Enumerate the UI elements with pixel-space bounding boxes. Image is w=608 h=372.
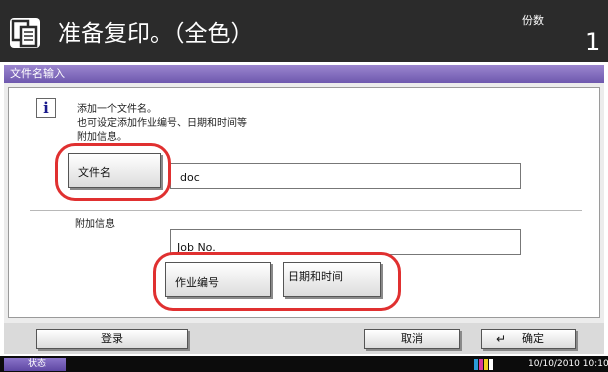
toner-level-icon [474, 359, 496, 370]
info-message-line: 添加一个文件名。 [77, 104, 157, 115]
info-message-line: 附加信息。 [77, 132, 127, 143]
info-message-line: 也可设定添加作业编号、日期和时间等 [77, 118, 247, 129]
status-bar [0, 356, 608, 372]
filename-field[interactable]: doc [170, 163, 521, 189]
cancel-button[interactable]: 取消 [364, 329, 460, 349]
filename-highlight [55, 143, 171, 201]
register-button[interactable]: 登录 [36, 329, 188, 349]
info-icon: i [36, 98, 56, 118]
additional-info-label: 附加信息 [75, 219, 115, 230]
copies-label: 份数 [522, 14, 544, 27]
panel-title: 文件名输入 [4, 65, 604, 83]
enter-icon: ↵ [496, 332, 507, 346]
copy-icon [10, 18, 40, 48]
ok-label: 确定 [522, 332, 544, 345]
page-title: 准备复印。（全色） [58, 21, 254, 47]
divider [30, 210, 582, 211]
additional-info-buttons-highlight [153, 252, 401, 311]
ok-button[interactable]: ↵ 确定 [481, 329, 576, 349]
copies-count: 1 [585, 28, 601, 56]
status-button[interactable]: 状态 [4, 358, 66, 371]
datetime-display: 10/10/2010 10:10 [528, 359, 608, 369]
